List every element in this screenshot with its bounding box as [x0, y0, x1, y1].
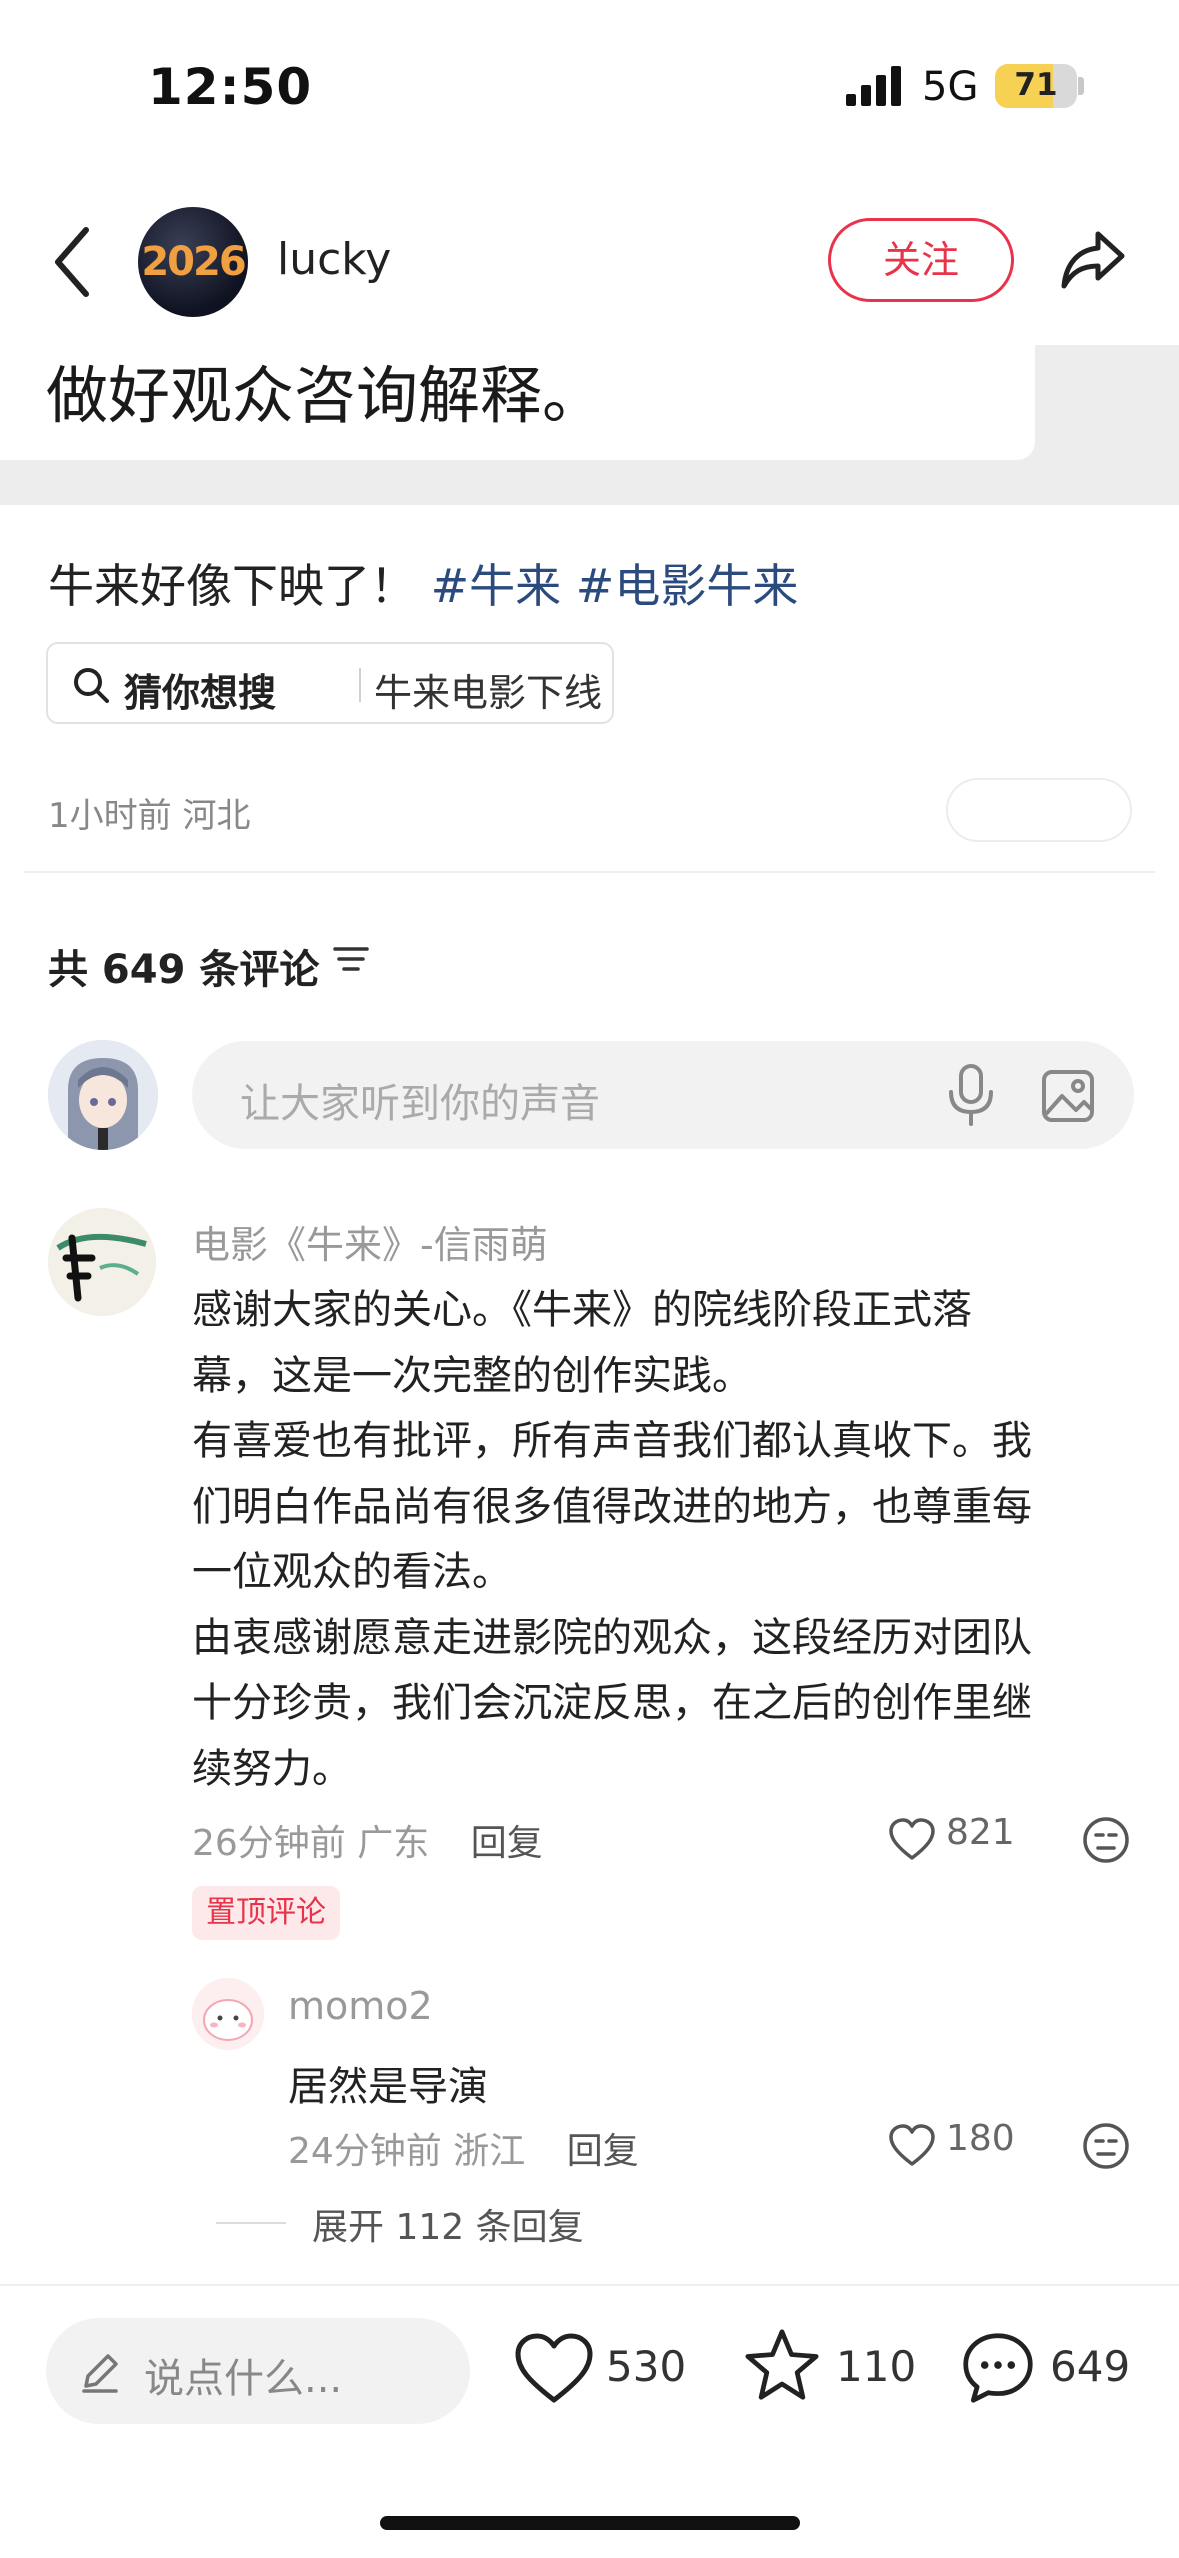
search-icon	[74, 668, 109, 703]
expand-divider	[216, 2222, 286, 2224]
section-divider	[24, 871, 1155, 873]
my-avatar	[48, 1040, 158, 1150]
post-like-count: 530	[606, 2342, 687, 2391]
home-indicator	[380, 2516, 800, 2530]
image-icon[interactable]	[1040, 1068, 1096, 1124]
follow-button[interactable]: 关注	[828, 218, 1014, 302]
like-heart-icon[interactable]	[514, 2332, 594, 2406]
post-time-location: 1小时前 河北	[48, 796, 251, 836]
post-text: 牛来好像下映了！ #牛来 #电影牛来	[48, 550, 798, 616]
reply-meta: 24分钟前 浙江 回复	[288, 2122, 639, 2174]
suggestion-divider	[359, 668, 361, 702]
faded-pill-button	[946, 778, 1132, 842]
comment-time-location: 26分钟前 广东	[192, 1823, 430, 1864]
hashtag-link[interactable]: #电影牛来	[576, 559, 799, 613]
avatar-year-text: 2026	[141, 239, 246, 285]
pencil-icon	[82, 2354, 118, 2393]
author-avatar[interactable]: 2026	[138, 207, 248, 317]
share-icon[interactable]	[1058, 224, 1128, 294]
post-body: 牛来好像下映了！	[48, 559, 416, 613]
search-suggestion[interactable]: 猜你想搜 牛来电影下线	[46, 642, 614, 724]
say-something-placeholder: 说点什么...	[144, 2356, 343, 2402]
dislike-face-icon[interactable]	[1082, 1816, 1130, 1864]
comment-count-label: 共 649 条评论	[48, 947, 320, 993]
comment-input-placeholder: 让大家听到你的声音	[240, 1081, 600, 1127]
reply-author-avatar[interactable]	[192, 1978, 264, 2050]
comment-body: 感谢大家的关心。《牛来》的院线阶段正式落 幕，这是一次完整的创作实践。 有喜爱也…	[192, 1287, 1032, 1792]
anime-avatar-icon	[48, 1040, 158, 1150]
pinned-comment-badge: 置顶评论	[192, 1886, 340, 1940]
suggestion-lead: 猜你想搜	[124, 671, 277, 715]
comment-bubble-icon[interactable]	[958, 2330, 1038, 2404]
comment-author[interactable]: 电影《牛来》-信雨萌	[192, 1214, 548, 1269]
reply-time-location: 24分钟前 浙江	[288, 2131, 526, 2172]
dislike-face-icon[interactable]	[1082, 2122, 1130, 2170]
comment-meta: 26分钟前 广东 回复	[192, 1814, 543, 1866]
post-favorite-count: 110	[836, 2342, 917, 2391]
back-arrow-icon[interactable]	[50, 222, 94, 302]
battery-level: 71	[1014, 67, 1058, 103]
commenter-avatar[interactable]	[48, 1208, 156, 1316]
battery-icon: 71	[995, 64, 1077, 108]
sort-filter-icon[interactable]	[333, 944, 369, 974]
suggestion-term: 牛来电影下线	[374, 671, 603, 715]
like-heart-icon[interactable]	[888, 2124, 936, 2168]
say-something-input[interactable]: 说点什么...	[46, 2318, 470, 2424]
battery-cap	[1078, 77, 1084, 95]
embedded-card-text: 做好观众咨询解释。	[46, 359, 605, 432]
network-label: 5G	[922, 64, 979, 110]
movie-poster-avatar-icon	[48, 1208, 156, 1316]
signal-icon	[846, 66, 901, 106]
hashtag-link[interactable]: #牛来	[431, 559, 562, 613]
reply-button[interactable]: 回复	[567, 2131, 639, 2172]
favorite-star-icon[interactable]	[742, 2328, 822, 2402]
reply-like-count: 180	[946, 2118, 1015, 2159]
post-comment-count: 649	[1050, 2342, 1131, 2391]
like-heart-icon[interactable]	[888, 1818, 936, 1862]
cute-character-avatar-icon	[192, 1978, 264, 2050]
status-time: 12:50	[148, 58, 313, 116]
reply-button[interactable]: 回复	[471, 1823, 543, 1864]
microphone-icon[interactable]	[945, 1064, 997, 1126]
author-username[interactable]: lucky	[277, 234, 391, 285]
reply-body: 居然是导演	[288, 2064, 488, 2110]
reply-author[interactable]: momo2	[288, 1984, 433, 2028]
expand-replies-button[interactable]: 展开 112 条回复	[312, 2198, 584, 2250]
comment-like-count: 821	[946, 1812, 1015, 1853]
